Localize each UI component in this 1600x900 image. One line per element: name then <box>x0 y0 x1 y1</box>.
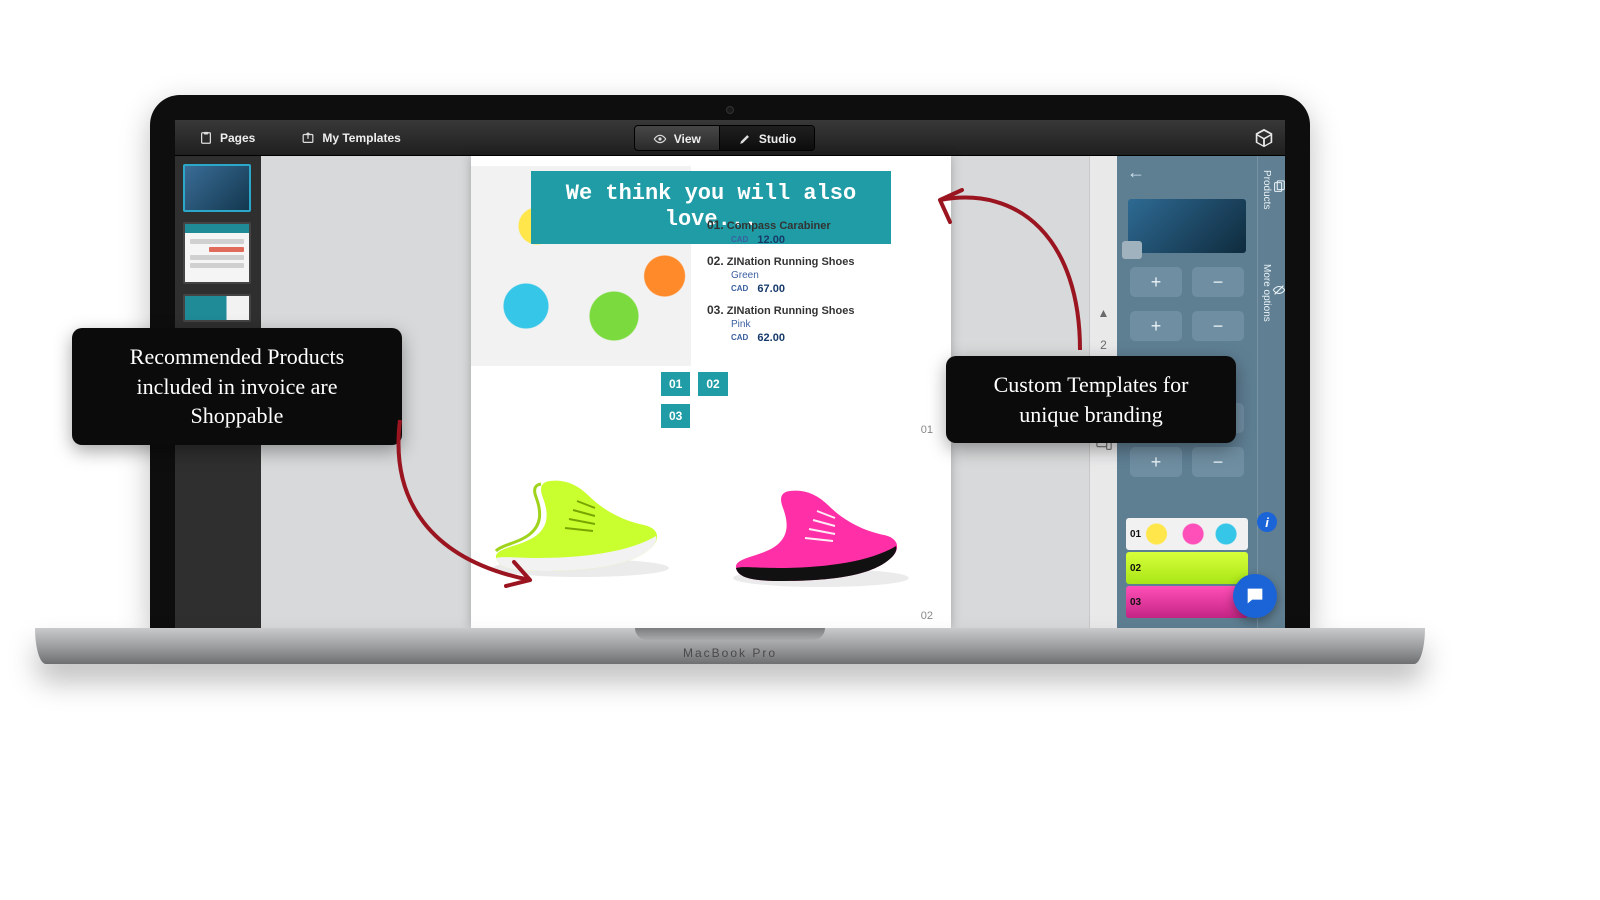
canvas-label-01: 01 <box>921 424 933 436</box>
tab-products[interactable]: Products <box>1258 162 1285 217</box>
callout-templates: Custom Templates for unique branding <box>946 356 1236 443</box>
studio-mode-button[interactable]: Studio <box>720 126 814 151</box>
arrow-up-icon[interactable]: ▲ <box>1098 306 1110 320</box>
variant-thumb[interactable]: 03 <box>1126 586 1248 618</box>
mode-segment: View Studio <box>634 125 815 151</box>
page-number: 2 <box>1100 338 1107 352</box>
hotspot-chip[interactable]: 03 <box>661 404 690 428</box>
qty-row-4: + − <box>1130 447 1244 477</box>
hotspot-chip[interactable]: 01 <box>661 372 690 396</box>
qty-row-2: + − <box>1130 311 1244 341</box>
side-tabs: Products More options i <box>1257 156 1285 628</box>
product-number: 02. <box>707 254 724 268</box>
shoe-image-pink[interactable] <box>721 456 921 591</box>
chat-launcher[interactable] <box>1233 574 1277 618</box>
tab-products-label: Products <box>1261 170 1272 209</box>
tab-more-label: More options <box>1261 264 1272 322</box>
eye-icon <box>653 132 667 146</box>
plus-button[interactable]: + <box>1130 447 1182 477</box>
webcam <box>726 106 734 114</box>
product-name: ZINation Running Shoes <box>727 256 855 268</box>
page-thumb-1[interactable] <box>183 164 251 212</box>
qty-row-1: + − <box>1130 267 1244 297</box>
shoe-image-green[interactable] <box>481 446 681 581</box>
hotspot-chips: 01 02 03 <box>661 372 751 428</box>
variant-thumbs: 01 02 03 <box>1126 518 1248 618</box>
product-name: Compass Carabiner <box>727 220 831 232</box>
product-name: ZINation Running Shoes <box>727 305 855 317</box>
copy-icon <box>1272 170 1285 203</box>
page-thumb-2[interactable] <box>183 222 251 284</box>
callout-shoppable: Recommended Products included in invoice… <box>72 328 402 445</box>
product-item[interactable]: 02. ZINation Running Shoes Green CAD 67.… <box>707 254 937 295</box>
cube-icon[interactable] <box>1253 127 1275 149</box>
minus-button[interactable]: − <box>1192 447 1244 477</box>
recommended-product-list: 01. Compass Carabiner CAD 12.00 02. ZINa… <box>707 218 937 352</box>
variant-thumb[interactable]: 02 <box>1126 552 1248 584</box>
hotspot-chip[interactable]: 02 <box>698 372 727 396</box>
eye-off-icon <box>1272 264 1285 316</box>
product-item[interactable]: 03. ZINation Running Shoes Pink CAD 62.0… <box>707 303 937 344</box>
minus-button[interactable]: − <box>1192 267 1244 297</box>
pencil-icon <box>738 132 752 146</box>
minus-button[interactable]: − <box>1192 311 1244 341</box>
camera-icon <box>1122 241 1142 259</box>
top-toolbar: Pages My Templates <box>175 120 1285 156</box>
view-mode-button[interactable]: View <box>635 126 719 151</box>
panel-back-button[interactable]: ← <box>1127 162 1145 183</box>
laptop-label: MacBook Pro <box>35 646 1425 660</box>
my-templates-button[interactable]: My Templates <box>287 120 414 155</box>
pages-label: Pages <box>220 131 255 145</box>
product-price: CAD 67.00 <box>731 283 937 295</box>
variant-thumb[interactable]: 01 <box>1126 518 1248 550</box>
page-thumb-3[interactable] <box>183 294 251 322</box>
product-number: 03. <box>707 303 724 317</box>
product-color: Green <box>731 270 937 281</box>
plus-button[interactable]: + <box>1130 267 1182 297</box>
canvas-label-02: 02 <box>921 610 933 622</box>
info-button[interactable]: i <box>1257 512 1277 532</box>
export-icon <box>301 131 315 145</box>
tab-more-options[interactable]: More options <box>1258 256 1285 330</box>
my-templates-label: My Templates <box>322 131 400 145</box>
product-item[interactable]: 01. Compass Carabiner CAD 12.00 <box>707 218 937 246</box>
product-price: CAD 12.00 <box>731 234 937 246</box>
document-canvas[interactable]: We think you will also love... 01. Compa… <box>471 156 951 628</box>
laptop-base: MacBook Pro <box>35 628 1425 664</box>
plus-button[interactable]: + <box>1130 311 1182 341</box>
view-label: View <box>674 132 701 146</box>
pages-button[interactable]: Pages <box>185 120 269 155</box>
product-number: 01. <box>707 218 724 232</box>
panel-preview-thumb[interactable] <box>1128 199 1246 253</box>
studio-label: Studio <box>759 132 796 146</box>
product-price: CAD 62.00 <box>731 332 937 344</box>
product-color: Pink <box>731 319 937 330</box>
clipboard-icon <box>199 131 213 145</box>
